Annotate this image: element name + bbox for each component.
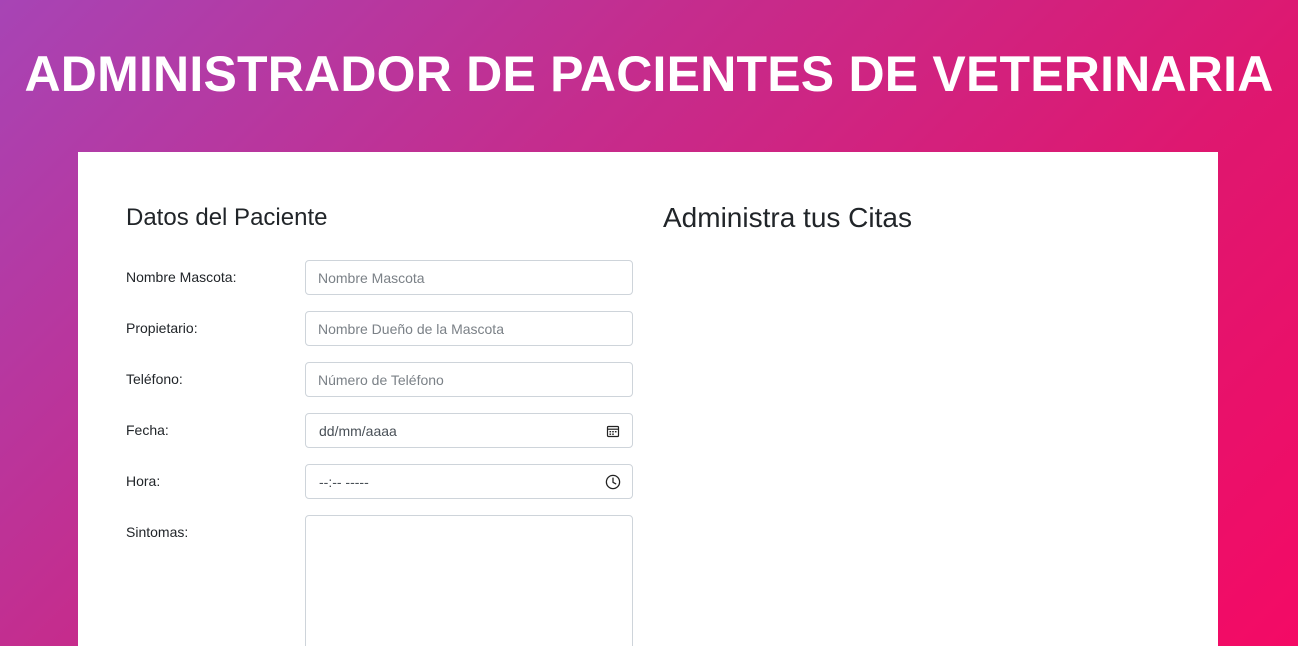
time-input[interactable]: --:-- -----	[305, 464, 633, 499]
date-input[interactable]: dd/mm/aaaa	[305, 413, 633, 448]
time-label: Hora:	[126, 473, 161, 489]
page-title: ADMINISTRADOR DE PACIENTES DE VETERINARI…	[24, 46, 1274, 102]
calendar-icon[interactable]	[605, 423, 621, 439]
clock-icon[interactable]	[605, 474, 621, 490]
time-row: Hora: --:-- -----	[126, 464, 633, 499]
main-card: Datos del Paciente Nombre Mascota: Propi…	[78, 152, 1218, 646]
phone-input[interactable]	[305, 362, 633, 397]
symptoms-textarea[interactable]	[305, 515, 633, 646]
phone-row: Teléfono:	[126, 362, 633, 397]
pet-name-label: Nombre Mascota:	[126, 269, 237, 285]
appointments-title: Administra tus Citas	[663, 202, 912, 233]
owner-label: Propietario:	[126, 320, 198, 336]
symptoms-label: Sintomas:	[126, 524, 189, 540]
date-input-value: dd/mm/aaaa	[319, 422, 397, 439]
time-input-value: --:-- -----	[319, 473, 369, 490]
symptoms-row: Sintomas:	[126, 515, 633, 646]
phone-label: Teléfono:	[126, 371, 183, 387]
pet-name-row: Nombre Mascota:	[126, 260, 633, 295]
owner-row: Propietario:	[126, 311, 633, 346]
pet-name-input[interactable]	[305, 260, 633, 295]
date-row: Fecha: dd/mm/aaaa	[126, 413, 633, 448]
owner-input[interactable]	[305, 311, 633, 346]
patient-form-title: Datos del Paciente	[126, 204, 328, 231]
date-label: Fecha:	[126, 422, 169, 438]
